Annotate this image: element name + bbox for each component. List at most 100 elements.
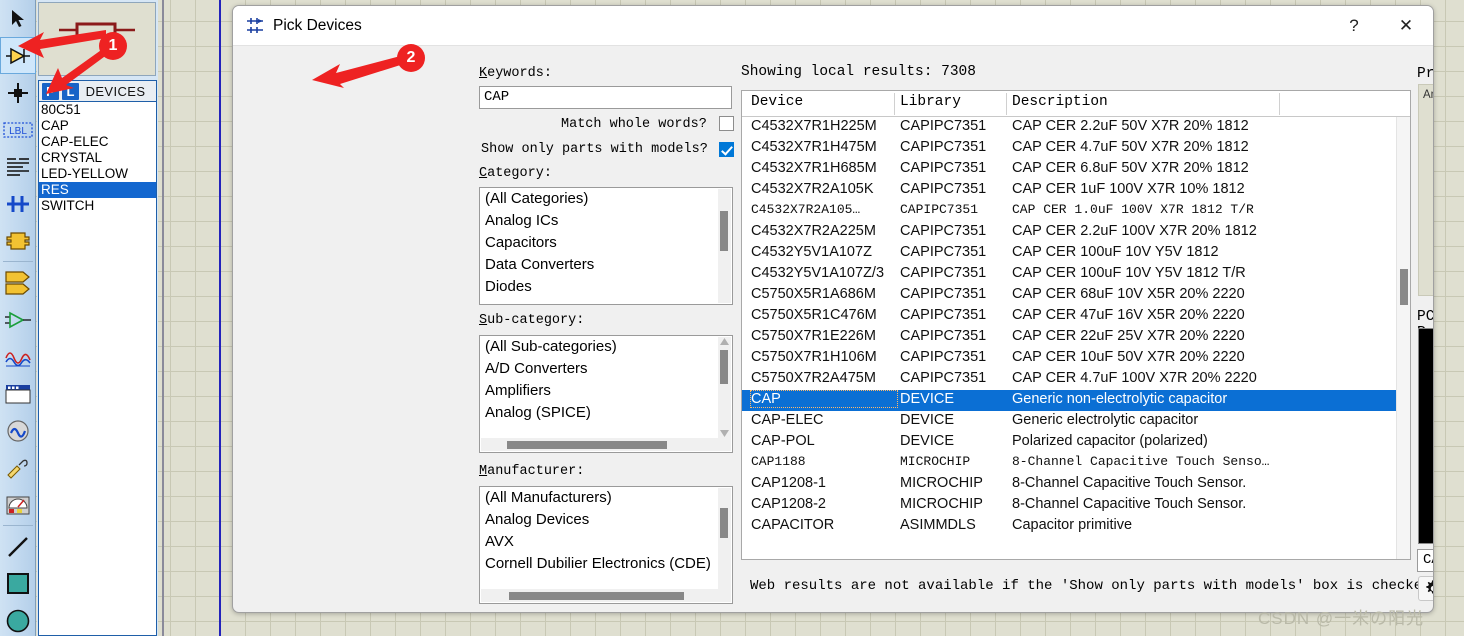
list-item[interactable]: Analog (SPICE): [480, 402, 732, 424]
list-item[interactable]: (All Manufacturers): [480, 487, 732, 509]
scrollbar-thumb[interactable]: [720, 350, 728, 384]
junction-dot-icon[interactable]: [0, 74, 36, 111]
list-item[interactable]: (All Categories): [480, 188, 732, 210]
column-header-device[interactable]: Device: [751, 94, 803, 110]
column-divider[interactable]: [1279, 93, 1280, 115]
table-row[interactable]: C4532X7R1H475M CAPIPC7351 CAP CER 4.7uF 50…: [742, 138, 1410, 159]
list-item[interactable]: SWITCH: [39, 198, 156, 214]
scroll-down-arrow[interactable]: [719, 429, 730, 438]
list-item[interactable]: Diodes: [480, 276, 732, 298]
table-row[interactable]: C5750X7R1E226M CAPIPC7351 CAP CER 22uF 25V…: [742, 327, 1410, 348]
list-item[interactable]: (All Sub-categories): [480, 336, 732, 358]
scroll-up-arrow[interactable]: [719, 337, 730, 346]
table-row[interactable]: C4532X7R2A225M CAPIPC7351 CAP CER 2.2uF 10…: [742, 222, 1410, 243]
column-divider[interactable]: [894, 93, 895, 115]
table-row[interactable]: C4532X7R1H685M CAPIPC7351 CAP CER 6.8uF 50…: [742, 159, 1410, 180]
current-probe-icon[interactable]: [0, 486, 36, 523]
list-item[interactable]: A/D Converters: [480, 358, 732, 380]
table-row[interactable]: C5750X5R1A686M CAPIPC7351 CAP CER 68uF 10V…: [742, 285, 1410, 306]
component-mode-icon[interactable]: [0, 37, 36, 74]
manufacturer-vscrollbar[interactable]: [718, 488, 731, 589]
table-row[interactable]: C5750X7R1H106M CAPIPC7351 CAP CER 10uF 50V…: [742, 348, 1410, 369]
line-tool-icon[interactable]: [0, 528, 36, 565]
table-row[interactable]: C4532X7R2A105K CAPIPC7351 CAP CER 1uF 100V…: [742, 180, 1410, 201]
pick-device-button[interactable]: P: [42, 82, 59, 100]
devices-list[interactable]: 80C51 CAP CAP-ELEC CRYSTAL LED-YELLOW RE…: [38, 102, 157, 636]
list-item[interactable]: CAP-ELEC: [39, 134, 156, 150]
selection-mode-icon[interactable]: [0, 0, 36, 37]
tape-recorder-icon[interactable]: [0, 375, 36, 412]
table-row[interactable]: CAP1208-1 MICROCHIP 8-Channel Capacitive T…: [742, 474, 1410, 495]
scrollbar-thumb[interactable]: [507, 441, 667, 449]
bus-icon[interactable]: [0, 185, 36, 222]
column-header-description[interactable]: Description: [1012, 94, 1108, 110]
help-button[interactable]: ?: [1331, 6, 1377, 45]
generator-icon[interactable]: [0, 412, 36, 449]
list-item[interactable]: CRYSTAL: [39, 150, 156, 166]
package-select[interactable]: CAP10: [1417, 549, 1433, 572]
table-row[interactable]: CAP1208-2 MICROCHIP 8-Channel Capacitive T…: [742, 495, 1410, 516]
scrollbar-thumb[interactable]: [720, 508, 728, 538]
list-item[interactable]: LED-YELLOW: [39, 166, 156, 182]
list-item[interactable]: Capacitors: [480, 232, 732, 254]
scrollbar-thumb[interactable]: [720, 211, 728, 251]
manufacturer-listbox[interactable]: (All Manufacturers) Analog Devices AVX C…: [479, 486, 733, 604]
dialog-titlebar[interactable]: Pick Devices ? ✕: [233, 6, 1433, 46]
list-item[interactable]: Amplifiers: [480, 380, 732, 402]
left-toolbar[interactable]: LBL: [0, 0, 36, 636]
circle-tool-icon[interactable]: [0, 602, 36, 636]
table-row[interactable]: CAP-ELEC DEVICE Generic electrolytic capac…: [742, 411, 1410, 432]
results-scrollbar[interactable]: [1396, 117, 1410, 559]
results-table[interactable]: Device Library Description C4532X7R1H225…: [741, 90, 1411, 560]
voltage-probe-icon[interactable]: [0, 449, 36, 486]
terminals-icon[interactable]: [0, 264, 36, 301]
category-scrollbar[interactable]: [718, 189, 731, 303]
match-whole-words-checkbox[interactable]: [719, 116, 734, 131]
table-row[interactable]: C4532Y5V1A107Z CAPIPC7351 CAP CER 100uF 10…: [742, 243, 1410, 264]
list-item[interactable]: Analog Devices: [480, 509, 732, 531]
table-row[interactable]: CAPACITOR ASIMMDLS Capacitor primitive: [742, 516, 1410, 537]
cell-description: CAP CER 68uF 10V X5R 20% 2220: [1012, 286, 1245, 302]
column-divider[interactable]: [1006, 93, 1007, 115]
table-row[interactable]: C5750X7R2A475M CAPIPC7351 CAP CER 4.7uF 10…: [742, 369, 1410, 390]
box-tool-icon[interactable]: [0, 565, 36, 602]
settings-gear-button[interactable]: [1418, 576, 1433, 601]
wire-label-icon[interactable]: LBL: [0, 111, 36, 148]
results-rows[interactable]: C4532X7R1H225M CAPIPC7351 CAP CER 2.2uF 50…: [742, 117, 1410, 537]
show-only-models-checkbox[interactable]: [719, 142, 734, 157]
devices-panel-header: P L DEVICES: [38, 80, 157, 102]
list-item[interactable]: Analog ICs: [480, 210, 732, 232]
list-item[interactable]: AVX: [480, 531, 732, 553]
results-table-header: Device Library Description: [742, 91, 1410, 117]
table-row[interactable]: CAP-POL DEVICE Polarized capacitor (polari…: [742, 432, 1410, 453]
list-item[interactable]: Cornell Dubilier Electronics (CDE): [480, 553, 732, 575]
subcategory-vscrollbar[interactable]: [718, 337, 731, 438]
cell-device: C4532X7R2A225M: [751, 223, 876, 239]
table-row[interactable]: CAP DEVICE Generic non-electrolytic capaci…: [742, 390, 1410, 411]
graph-icon[interactable]: [0, 338, 36, 375]
close-button[interactable]: ✕: [1383, 6, 1429, 45]
subcategory-hscrollbar[interactable]: [481, 438, 731, 451]
table-row[interactable]: C5750X5R1C476M CAPIPC7351 CAP CER 47uF 16V…: [742, 306, 1410, 327]
table-row[interactable]: C4532X7R1H225M CAPIPC7351 CAP CER 2.2uF 50…: [742, 117, 1410, 138]
table-row[interactable]: CAP1188 MICROCHIP 8-Channel Capacitive Tou…: [742, 453, 1410, 474]
search-input[interactable]: CAP: [479, 86, 732, 109]
column-header-library[interactable]: Library: [900, 94, 961, 110]
list-item[interactable]: Data Converters: [480, 254, 732, 276]
manufacturer-hscrollbar[interactable]: [481, 589, 731, 602]
object-selector-panel: P L DEVICES 80C51 CAP CAP-ELEC CRYSTAL L…: [37, 0, 158, 636]
scrollbar-thumb[interactable]: [509, 592, 684, 600]
scrollbar-thumb[interactable]: [1400, 269, 1408, 305]
list-item[interactable]: RES: [39, 182, 156, 198]
list-item[interactable]: CAP: [39, 118, 156, 134]
category-listbox[interactable]: (All Categories) Analog ICs Capacitors D…: [479, 187, 733, 305]
table-row[interactable]: C4532Y5V1A107Z/3 CAPIPC7351 CAP CER 100uF …: [742, 264, 1410, 285]
library-button[interactable]: L: [62, 82, 79, 100]
subcategory-listbox[interactable]: (All Sub-categories) A/D Converters Ampl…: [479, 335, 733, 453]
subcircuit-icon[interactable]: [0, 222, 36, 259]
cell-library: CAPIPC7351: [900, 244, 987, 260]
device-pin-icon[interactable]: [0, 301, 36, 338]
list-item[interactable]: 80C51: [39, 102, 156, 118]
text-script-icon[interactable]: [0, 148, 36, 185]
table-row[interactable]: C4532X7R2A105… CAPIPC7351 CAP CER 1.0uF 10…: [742, 201, 1410, 222]
